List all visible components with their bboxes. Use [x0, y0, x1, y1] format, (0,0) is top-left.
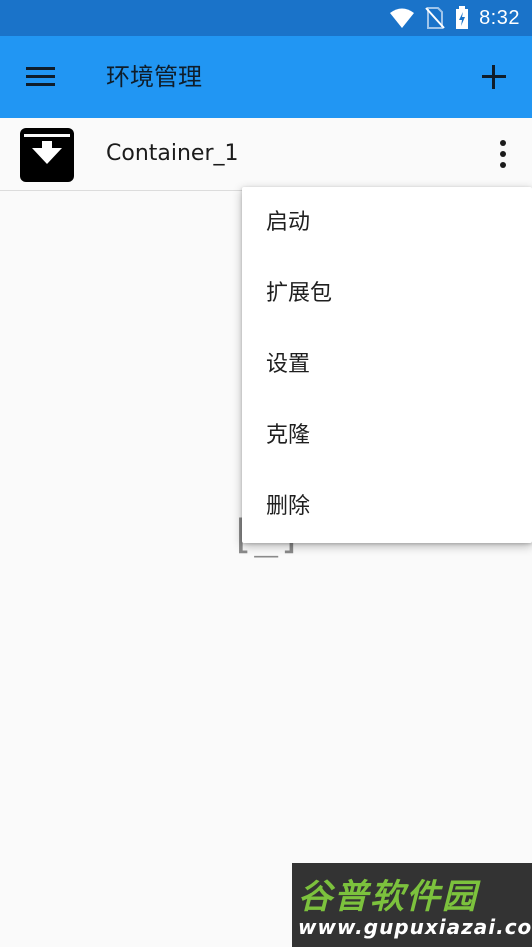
menu-item-delete[interactable]: 删除: [242, 471, 532, 542]
status-icons: 8:32: [389, 0, 520, 36]
add-container-button[interactable]: [476, 59, 512, 95]
app-bar: 环境管理: [0, 36, 532, 118]
menu-item-start[interactable]: 启动: [242, 187, 532, 258]
hamburger-menu-icon[interactable]: [22, 61, 62, 93]
menu-item-clone[interactable]: 克隆: [242, 400, 532, 471]
container-name: Container_1: [106, 141, 239, 166]
wifi-icon: [390, 8, 415, 28]
page-title: 环境管理: [106, 63, 202, 91]
status-bar: 8:32: [0, 0, 532, 36]
menu-item-settings[interactable]: 设置: [242, 329, 532, 400]
more-vert-icon[interactable]: [492, 138, 514, 170]
no-sim-icon: [425, 7, 445, 29]
popup-menu: 启动 扩展包 设置 克隆 删除: [242, 187, 532, 543]
battery-charging-icon: [456, 6, 469, 29]
archive-download-icon: [20, 128, 74, 182]
status-time: 8:32: [479, 6, 520, 29]
menu-item-extensions[interactable]: 扩展包: [242, 258, 532, 329]
list-item[interactable]: Container_1: [0, 118, 532, 191]
watermark-logo: 谷普软件园 www.gupuxiazai.com: [292, 863, 532, 947]
watermark-title: 谷普软件园: [298, 877, 478, 917]
watermark-url: www.gupuxiazai.com: [298, 915, 532, 939]
